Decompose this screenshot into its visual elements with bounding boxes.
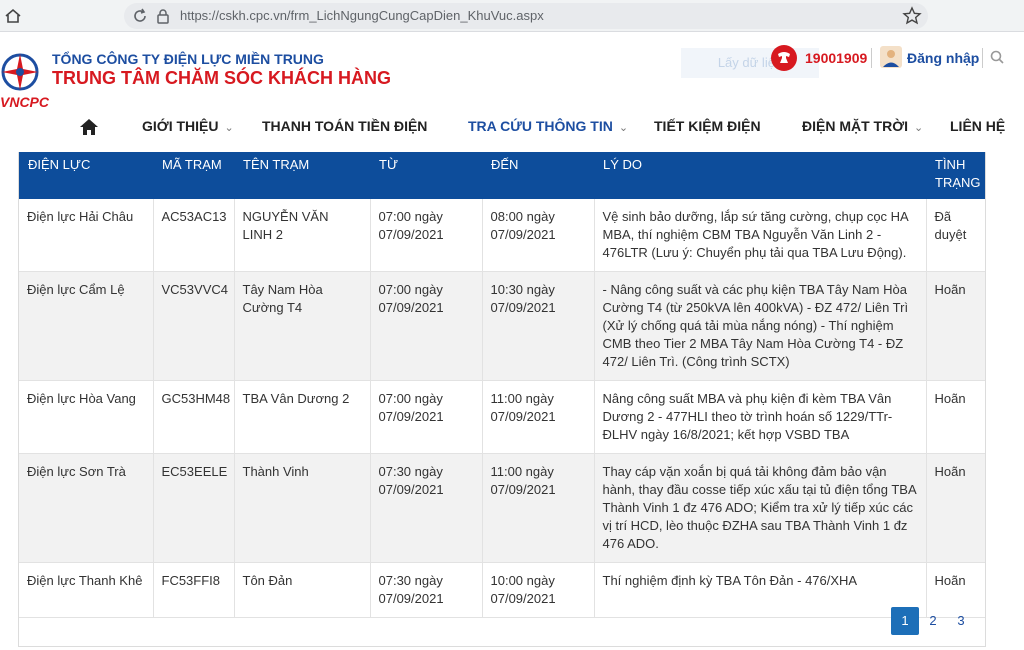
cell-ly-do: Thí nghiệm định kỳ TBA Tôn Đản - 476/XHA: [594, 562, 927, 618]
cell-tu: 07:00 ngày 07/09/2021: [370, 380, 483, 454]
user-avatar-icon[interactable]: [880, 46, 902, 68]
column-header[interactable]: TÊN TRẠM: [234, 152, 370, 199]
column-header[interactable]: MÃ TRẠM: [153, 152, 234, 199]
login-link[interactable]: Đăng nhập: [907, 50, 979, 66]
logo-text: VNCPC: [0, 94, 50, 110]
cell-ten-tram: Tôn Đản: [234, 562, 371, 618]
cell-tinh-trang: Hoãn: [926, 453, 985, 563]
cell-ly-do: Vệ sinh bảo dưỡng, lắp sứ tăng cường, ch…: [594, 199, 927, 272]
pagination: 1 2 3: [891, 607, 975, 637]
nav-item-tiet-kiem[interactable]: TIẾT KIỆM ĐIỆN: [654, 118, 761, 134]
address-bar[interactable]: https://cskh.cpc.vn/frm_LichNgungCungCap…: [124, 3, 928, 29]
center-name: TRUNG TÂM CHĂM SÓC KHÁCH HÀNG: [52, 68, 391, 88]
cell-ly-do: Thay cáp vặn xoắn bị quá tải không đảm b…: [594, 453, 927, 563]
cell-ma-tram: AC53AC13: [153, 199, 235, 272]
main-nav: GIỚI THIỆU ⌄ THANH TOÁN TIỀN ĐIỆN TRA CỨU…: [0, 116, 1024, 142]
page-button[interactable]: 2: [919, 607, 947, 635]
column-header[interactable]: ĐẾN: [482, 152, 594, 199]
table-row: Điện lực Sơn Trà EC53EELE Thành Vinh 07:…: [19, 453, 985, 563]
cell-den: 10:00 ngày 07/09/2021: [482, 562, 595, 618]
site-header: VNCPC TỔNG CÔNG TY ĐIỆN LỰC MIỀN TRUNG T…: [0, 32, 1024, 152]
ghost-action-button[interactable]: Lấy dữ liệu: [681, 48, 819, 78]
divider: [982, 48, 983, 68]
cell-dien-luc: Điện lực Hòa Vang: [19, 380, 154, 454]
search-icon[interactable]: [990, 50, 1004, 64]
outage-schedule-table: ĐIỆN LỰC MÃ TRẠM TÊN TRẠM TỪ ĐẾN LÝ DO T…: [18, 152, 986, 647]
cell-den: 10:30 ngày 07/09/2021: [482, 271, 595, 381]
chevron-down-icon: ⌄: [618, 122, 629, 134]
cell-den: 11:00 ngày 07/09/2021: [482, 380, 595, 454]
nav-item-lien-he[interactable]: LIÊN HỆ: [950, 118, 1005, 134]
cell-tinh-trang: Đã duyệt: [926, 199, 985, 272]
cell-dien-luc: Điện lực Thanh Khê: [19, 562, 154, 618]
column-header[interactable]: TÌNH TRẠNG: [926, 152, 985, 199]
cell-ten-tram: NGUYỄN VĂN LINH 2: [234, 199, 371, 272]
divider: [871, 48, 872, 68]
page-button[interactable]: 1: [891, 607, 919, 635]
cell-dien-luc: Điện lực Sơn Trà: [19, 453, 154, 563]
cell-tinh-trang: Hoãn: [926, 380, 985, 454]
table-row: Điện lực Thanh Khê FC53FFI8 Tôn Đản 07:3…: [19, 562, 985, 618]
cell-dien-luc: Điện lực Cẩm Lệ: [19, 271, 154, 381]
page-button[interactable]: 3: [947, 607, 975, 635]
column-header[interactable]: TỪ: [370, 152, 482, 199]
phone-icon[interactable]: [770, 44, 798, 72]
browser-toolbar: https://cskh.cpc.vn/frm_LichNgungCungCap…: [0, 0, 1024, 32]
cell-den: 11:00 ngày 07/09/2021: [482, 453, 595, 563]
table-row: Điện lực Hải Châu AC53AC13 NGUYỄN VĂN LI…: [19, 199, 985, 272]
cell-dien-luc: Điện lực Hải Châu: [19, 199, 154, 272]
nav-item-thanh-toan[interactable]: THANH TOÁN TIỀN ĐIỆN: [262, 118, 427, 134]
cell-ly-do: Nâng công suất MBA và phụ kiện đi kèm TB…: [594, 380, 927, 454]
home-icon[interactable]: [4, 7, 22, 25]
table-header-row: ĐIỆN LỰC MÃ TRẠM TÊN TRẠM TỪ ĐẾN LÝ DO T…: [19, 152, 985, 199]
column-header[interactable]: LÝ DO: [594, 152, 926, 199]
company-name: TỔNG CÔNG TY ĐIỆN LỰC MIỀN TRUNG: [52, 51, 324, 67]
cell-ma-tram: FC53FFI8: [153, 562, 235, 618]
reload-icon[interactable]: [132, 8, 148, 24]
url-text[interactable]: https://cskh.cpc.vn/frm_LichNgungCungCap…: [180, 8, 544, 23]
home-icon[interactable]: [80, 119, 98, 135]
cell-tinh-trang: Hoãn: [926, 271, 985, 381]
cell-ma-tram: VC53VVC4: [153, 271, 235, 381]
lock-icon[interactable]: [156, 8, 170, 24]
cell-tu: 07:00 ngày 07/09/2021: [370, 271, 483, 381]
cell-ma-tram: EC53EELE: [153, 453, 235, 563]
column-header[interactable]: ĐIỆN LỰC: [19, 152, 153, 199]
chevron-down-icon: ⌄: [914, 122, 924, 134]
cell-ten-tram: TBA Vân Dương 2: [234, 380, 371, 454]
cell-ten-tram: Tây Nam Hòa Cường T4: [234, 271, 371, 381]
table-row: Điện lực Cẩm Lệ VC53VVC4 Tây Nam Hòa Cườ…: [19, 271, 985, 381]
nav-item-dien-mat-troi[interactable]: ĐIỆN MẶT TRỜI ⌄: [802, 118, 923, 134]
cell-tu: 07:00 ngày 07/09/2021: [370, 199, 483, 272]
hotline-number[interactable]: 19001909: [805, 50, 867, 66]
cell-tu: 07:30 ngày 07/09/2021: [370, 562, 483, 618]
cell-ten-tram: Thành Vinh: [234, 453, 371, 563]
cell-ly-do: - Nâng công suất và các phụ kiện TBA Tây…: [594, 271, 927, 381]
nav-item-tra-cuu[interactable]: TRA CỨU THÔNG TIN ⌄: [468, 118, 628, 134]
star-icon[interactable]: [902, 6, 922, 26]
cell-tu: 07:30 ngày 07/09/2021: [370, 453, 483, 563]
chevron-down-icon: ⌄: [224, 122, 234, 134]
schedule-table: ĐIỆN LỰC MÃ TRẠM TÊN TRẠM TỪ ĐẾN LÝ DO T…: [19, 152, 985, 618]
nav-item-gioi-thieu[interactable]: GIỚI THIỆU ⌄: [142, 118, 234, 134]
table-row: Điện lực Hòa Vang GC53HM48 TBA Vân Dương…: [19, 380, 985, 454]
cell-ma-tram: GC53HM48: [153, 380, 235, 454]
cell-den: 08:00 ngày 07/09/2021: [482, 199, 595, 272]
